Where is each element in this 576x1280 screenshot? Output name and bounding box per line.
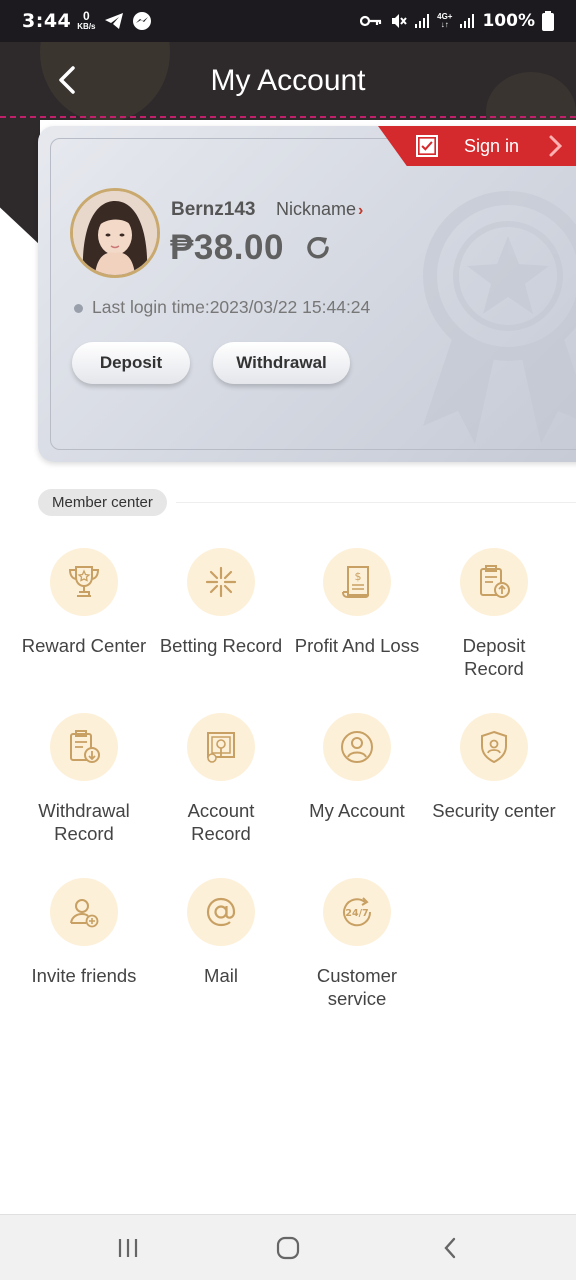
net-speed-unit: KB/s [77, 22, 96, 31]
chevron-left-icon [59, 66, 75, 94]
menu-item-label: Reward Center [21, 635, 147, 656]
menu-item-label: Security center [432, 800, 556, 821]
trophy-icon [50, 548, 118, 616]
avatar[interactable] [70, 188, 160, 278]
back-button[interactable] [50, 60, 84, 100]
menu-item-deposit-record[interactable]: Deposit Record [420, 548, 568, 680]
menu-item-account-record[interactable]: Account Record [147, 713, 295, 845]
last-login-time: Last login time:2023/03/22 15:44:24 [92, 297, 371, 317]
system-back-button[interactable] [430, 1233, 470, 1263]
signal-icon-2 [460, 14, 475, 28]
telegram-icon [104, 13, 123, 29]
24-7-icon: 24/7 [323, 878, 391, 946]
chevron-right-small-icon: › [358, 202, 364, 219]
net-speed: 0 KB/s [77, 9, 96, 31]
svg-text:24/7: 24/7 [345, 908, 368, 919]
svg-text:$: $ [355, 570, 362, 583]
at-icon [187, 878, 255, 946]
battery-percent: 100% [482, 11, 535, 31]
menu-item-customer-service[interactable]: 24/7 Customer service [283, 878, 431, 1010]
stars-icon [187, 548, 255, 616]
refresh-icon[interactable] [302, 232, 334, 264]
status-time: 3:44 [22, 10, 72, 32]
recent-apps-icon [118, 1239, 138, 1257]
page-title: My Account [210, 64, 366, 97]
network-type: 4G+ ↓↑ [437, 12, 453, 29]
account-record-icon [187, 713, 255, 781]
sign-in-label: Sign in [464, 136, 520, 156]
balance: ₱38.00 [170, 228, 284, 267]
nickname-label: Nickname [276, 199, 357, 219]
menu-item-label: Withdrawal Record [38, 800, 130, 844]
app-header: My Account [0, 42, 576, 120]
menu-item-security-center[interactable]: Security center [420, 713, 568, 822]
menu-item-reward-center[interactable]: Reward Center [10, 548, 158, 657]
menu-item-label: Deposit Record [462, 635, 526, 679]
home-icon [276, 1236, 300, 1260]
menu-item-label: Customer service [316, 965, 398, 1009]
user-add-icon [50, 878, 118, 946]
status-bar: 3:44 0 KB/s 4G+ ↓↑ 100% [0, 0, 576, 42]
member-center-label: Member center [38, 489, 167, 516]
signal-icon [415, 14, 430, 28]
medal-watermark-icon [423, 191, 576, 444]
menu-item-label: Betting Record [159, 635, 283, 656]
menu-item-betting-record[interactable]: Betting Record [147, 548, 295, 657]
section-divider [176, 502, 576, 503]
withdrawal-button[interactable]: Withdrawal [213, 342, 350, 384]
sign-in-button[interactable]: Sign in [378, 126, 576, 166]
menu-item-invite-friends[interactable]: Invite friends [10, 878, 158, 987]
shield-user-icon [460, 713, 528, 781]
menu-item-mail[interactable]: Mail [147, 878, 295, 987]
menu-item-my-account[interactable]: My Account [283, 713, 431, 822]
recent-apps-button[interactable] [108, 1233, 148, 1263]
mute-icon [392, 14, 407, 28]
avatar-image [73, 191, 157, 275]
header-decoration [0, 120, 40, 245]
bill-icon: $ [323, 548, 391, 616]
clipboard-down-icon [50, 713, 118, 781]
key-icon [360, 15, 382, 27]
checkbox-icon [416, 135, 438, 157]
system-nav-bar [0, 1214, 576, 1280]
nickname-link[interactable]: Nickname › [276, 199, 363, 220]
menu-item-label: Profit And Loss [294, 635, 420, 656]
net-speed-value: 0 [83, 9, 90, 23]
chevron-right-icon [549, 135, 563, 157]
menu-item-profit-and-loss[interactable]: $ Profit And Loss [283, 548, 431, 657]
account-card: Sign in Bernz143 Nickname › ₱38.00 Last l… [38, 126, 576, 462]
clipboard-up-icon [460, 548, 528, 616]
username: Bernz143 [171, 199, 256, 220]
menu-item-label: Mail [204, 965, 238, 986]
menu-item-label: My Account [309, 800, 405, 821]
chevron-left-icon [444, 1237, 456, 1259]
menu-item-label: Account Record [187, 800, 255, 844]
user-icon [323, 713, 391, 781]
menu-item-label: Invite friends [31, 965, 137, 986]
deposit-button[interactable]: Deposit [72, 342, 190, 384]
home-button[interactable] [268, 1233, 308, 1263]
battery-icon [542, 11, 554, 31]
bullet-dot [74, 304, 83, 313]
menu-item-withdrawal-record[interactable]: Withdrawal Record [10, 713, 158, 845]
messenger-icon [132, 12, 151, 30]
